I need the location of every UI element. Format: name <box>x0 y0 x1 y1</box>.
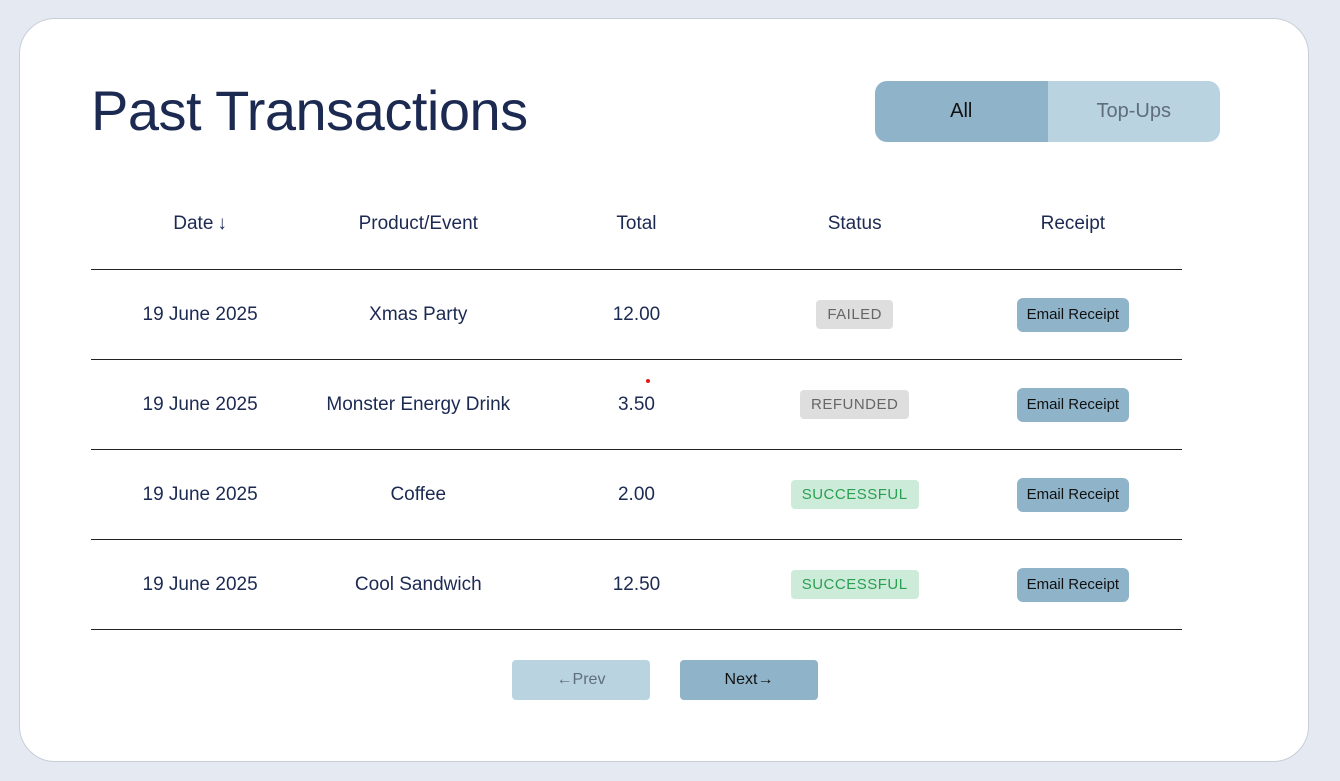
filter-toggle: All Top-Ups <box>875 81 1220 142</box>
row-total: 12.00 <box>612 303 661 325</box>
status-badge: SUCCESSFUL <box>790 570 919 599</box>
row-date: 19 June 2025 <box>142 393 258 415</box>
sort-down-icon: ↓ <box>217 213 227 234</box>
transactions-table: Date ↓ Product/Event Total Status Receipt… <box>91 179 1182 630</box>
table-row: 19 June 2025 Cool Sandwich 12.50 SUCCESS… <box>91 540 1182 630</box>
row-status-cell: SUCCESSFUL <box>746 570 964 599</box>
table-header-row: Date ↓ Product/Event Total Status Receipt <box>91 179 1182 270</box>
red-dot-marker <box>646 379 650 383</box>
filter-all-button[interactable]: All <box>875 81 1048 142</box>
row-status-cell: FAILED <box>746 300 964 329</box>
table-row: 19 June 2025 Xmas Party 12.00 FAILED Ema… <box>91 270 1182 360</box>
row-status-cell: SUCCESSFUL <box>746 480 964 509</box>
row-product: Xmas Party <box>369 303 468 325</box>
row-date: 19 June 2025 <box>142 573 258 595</box>
row-date: 19 June 2025 <box>142 303 258 325</box>
transactions-card: Past Transactions All Top-Ups Date ↓ Prod… <box>19 18 1309 762</box>
email-receipt-button[interactable]: Email Receipt <box>1016 567 1130 602</box>
row-total: 3.50 <box>617 393 655 415</box>
status-badge: SUCCESSFUL <box>790 480 919 509</box>
column-header-status: Status <box>827 213 882 234</box>
email-receipt-button[interactable]: Email Receipt <box>1016 477 1130 512</box>
column-header-product: Product/Event <box>358 213 478 234</box>
row-total: 12.50 <box>612 573 661 595</box>
status-badge: FAILED <box>816 300 893 329</box>
filter-topups-button[interactable]: Top-Ups <box>1047 81 1220 142</box>
status-badge: REFUNDED <box>799 390 910 419</box>
table-row: 19 June 2025 Coffee 2.00 SUCCESSFUL Emai… <box>91 450 1182 540</box>
email-receipt-button[interactable]: Email Receipt <box>1016 297 1130 332</box>
row-product: Monster Energy Drink <box>326 393 511 415</box>
row-status-cell: REFUNDED <box>746 390 964 419</box>
row-receipt-cell: Email Receipt <box>964 567 1182 602</box>
row-product: Coffee <box>390 483 447 505</box>
row-receipt-cell: Email Receipt <box>964 387 1182 422</box>
table-row: 19 June 2025 Monster Energy Drink 3.50 R… <box>91 360 1182 450</box>
column-header-date[interactable]: Date ↓ <box>91 213 309 235</box>
column-header-date-label: Date <box>173 213 214 234</box>
pagination: ←Prev Next→ <box>512 660 818 700</box>
row-date: 19 June 2025 <box>142 483 258 505</box>
row-receipt-cell: Email Receipt <box>964 297 1182 332</box>
row-product: Cool Sandwich <box>354 573 482 595</box>
column-header-total: Total <box>616 213 657 234</box>
next-page-button[interactable]: Next→ <box>680 660 818 700</box>
prev-page-button[interactable]: ←Prev <box>512 660 650 700</box>
row-receipt-cell: Email Receipt <box>964 477 1182 512</box>
row-total: 2.00 <box>617 483 655 505</box>
column-header-receipt: Receipt <box>1040 213 1106 234</box>
email-receipt-button[interactable]: Email Receipt <box>1016 387 1130 422</box>
page-title: Past Transactions <box>91 79 528 142</box>
